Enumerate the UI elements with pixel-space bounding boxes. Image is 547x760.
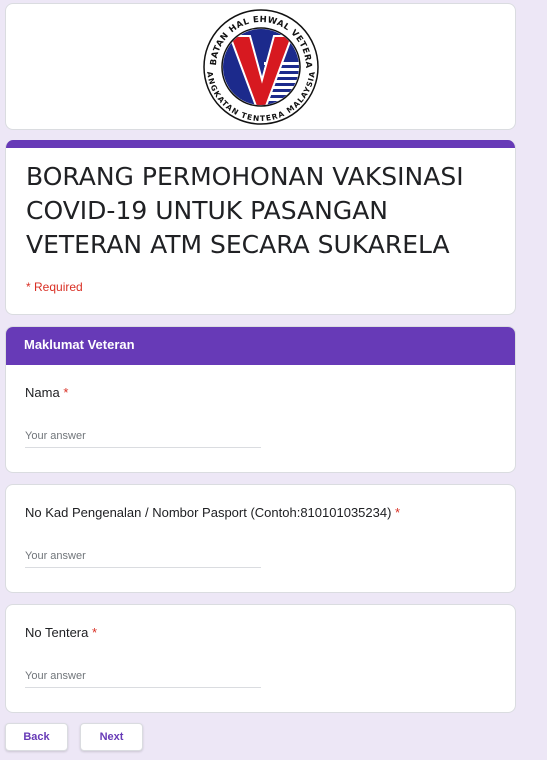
header-image-card: JABATAN HAL EHWAL VETERAN ANGKATAN TENTE… (5, 3, 516, 130)
form-title: BORANG PERMOHONAN VAKSINASI COVID-19 UNT… (26, 162, 464, 259)
section-card: Maklumat Veteran Nama * (5, 326, 516, 473)
form-title-card: BORANG PERMOHONAN VAKSINASI COVID-19 UNT… (5, 140, 516, 315)
veteran-logo: JABATAN HAL EHWAL VETERAN ANGKATAN TENTE… (202, 8, 319, 125)
ic-passport-input[interactable] (25, 545, 261, 568)
required-note: * Required (26, 280, 83, 294)
no-tentera-input[interactable] (25, 665, 261, 688)
accent-bar (6, 140, 515, 148)
back-button[interactable]: Back (5, 723, 68, 751)
question-card-ic: No Kad Pengenalan / Nombor Pasport (Cont… (5, 484, 516, 593)
question-label-nama: Nama * (25, 385, 68, 400)
question-card-tentera: No Tentera * (5, 604, 516, 713)
question-label-text: No Kad Pengenalan / Nombor Pasport (Cont… (25, 505, 392, 520)
next-button[interactable]: Next (80, 723, 143, 751)
required-star: * (91, 625, 98, 640)
required-star: * (395, 505, 401, 520)
question-label-tentera: No Tentera * (25, 625, 97, 640)
section-header: Maklumat Veteran (6, 327, 515, 365)
question-label-text: Nama (25, 385, 60, 400)
required-star: * (63, 385, 69, 400)
question-label-text: No Tentera (25, 625, 89, 640)
question-label-ic: No Kad Pengenalan / Nombor Pasport (Cont… (25, 505, 400, 520)
nama-input[interactable] (25, 425, 261, 448)
